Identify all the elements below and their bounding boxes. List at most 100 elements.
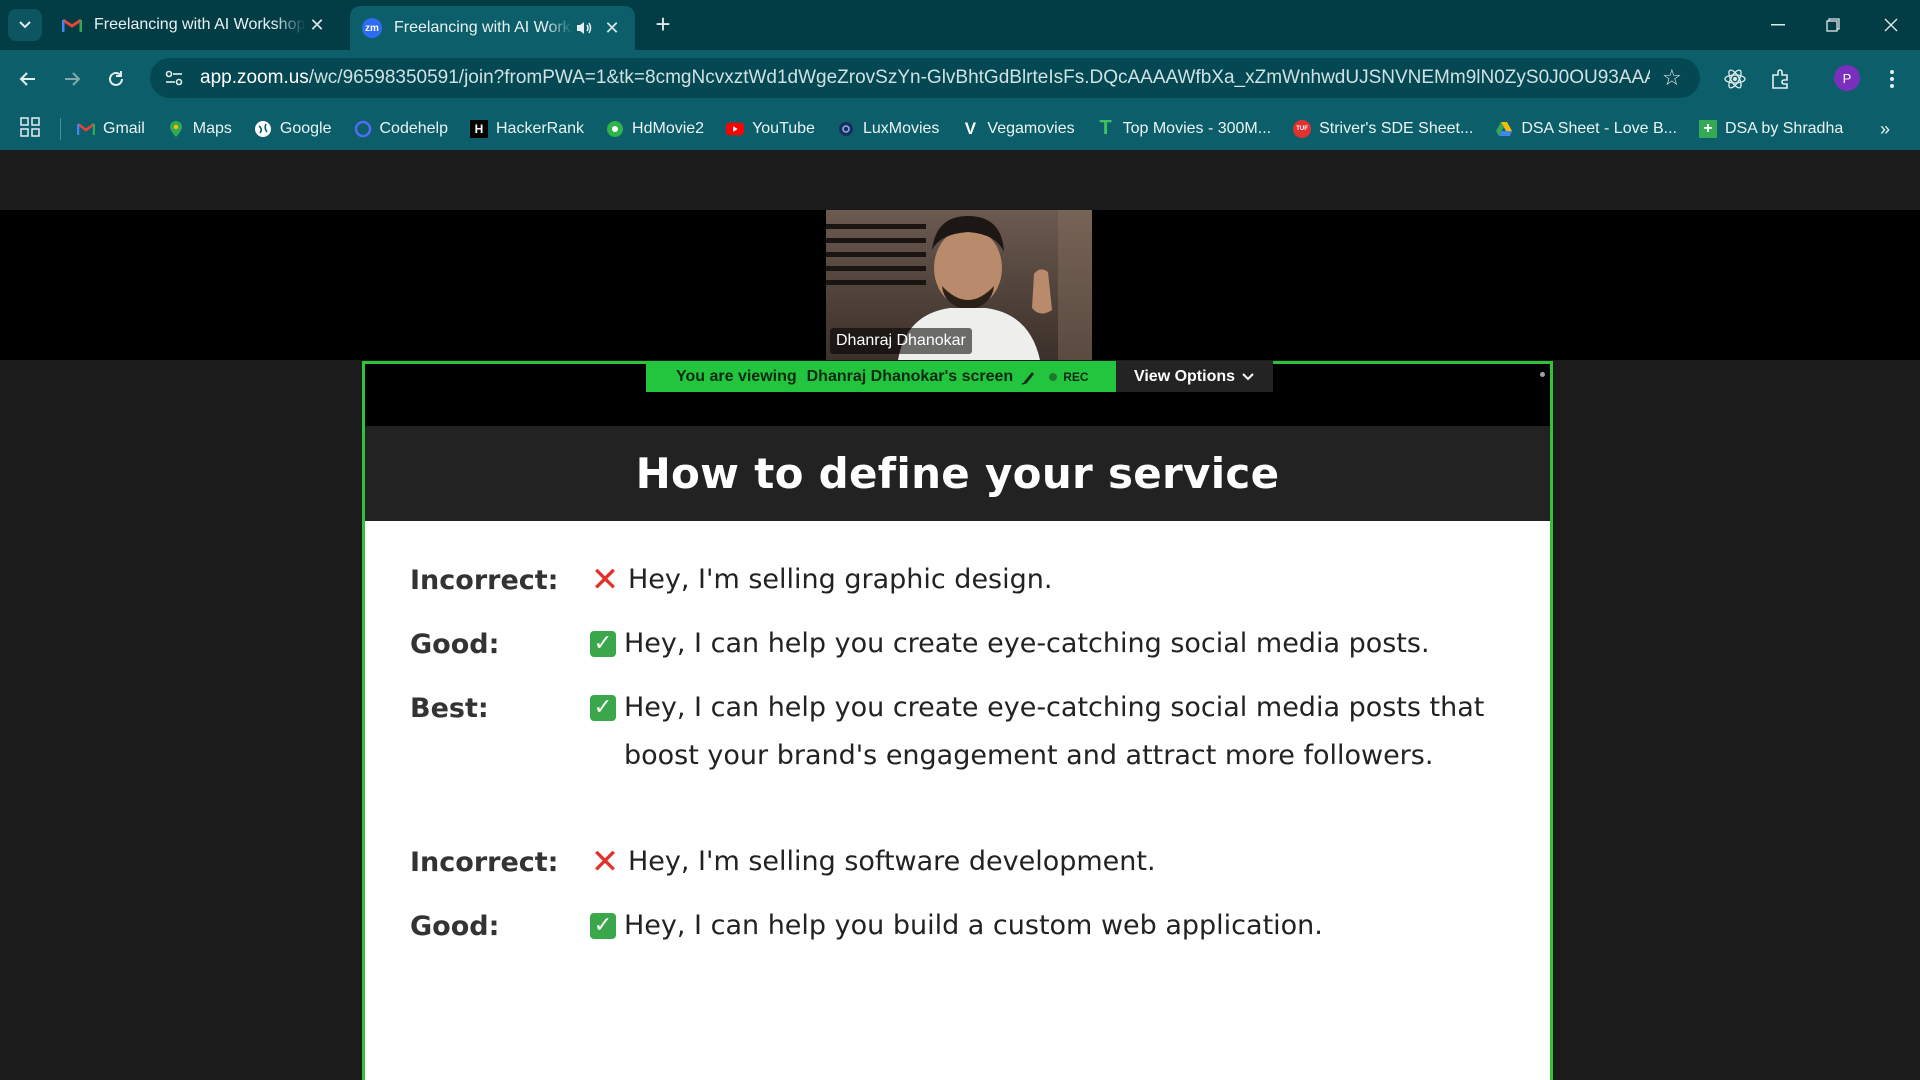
- row-text: Hey, I can help you create eye-catching …: [624, 628, 1430, 659]
- row-label: Incorrect:: [410, 565, 559, 596]
- slide-row: Good: ✓ Hey, I can help you build a cust…: [410, 910, 1323, 950]
- slide-row: Good: ✓ Hey, I can help you create eye-c…: [410, 628, 1430, 668]
- bookmark-label: Codehelp: [379, 119, 449, 137]
- slide-title: How to define your service: [635, 449, 1280, 498]
- tab-title: Freelancing with AI Workshop Class: [94, 16, 306, 33]
- maps-icon: [167, 120, 185, 138]
- browser-toolbar: app.zoom.us/wc/96598350591/join?fromPWA=…: [0, 50, 1920, 107]
- slide-row: Incorrect: ✕ Hey, I'm selling graphic de…: [410, 560, 1052, 604]
- bookmark-label: DSA by Shradha: [1724, 119, 1844, 137]
- site-info-icon[interactable]: [162, 66, 186, 90]
- bookmark-dsa-shradha[interactable]: + DSA by Shradha: [1698, 119, 1844, 138]
- hackerrank-icon: H: [470, 119, 488, 138]
- row-label: Best:: [410, 693, 489, 724]
- annotate-pen-icon[interactable]: [1021, 369, 1037, 385]
- bookmark-label: Vegamovies: [987, 119, 1075, 137]
- globe-icon: [254, 120, 272, 138]
- bookmark-dsa-sheet[interactable]: DSA Sheet - Love B...: [1495, 120, 1677, 138]
- minimize-icon[interactable]: [1763, 12, 1793, 38]
- bookmark-label: HdMovie2: [632, 119, 705, 137]
- check-mark-icon: ✓: [590, 913, 616, 939]
- check-mark-icon: ✓: [590, 631, 616, 657]
- slide-row: Incorrect: ✕ Hey, I'm selling software d…: [410, 845, 1156, 886]
- bookmark-vegamovies[interactable]: V Vegamovies: [961, 118, 1075, 138]
- codehelp-icon: [354, 120, 372, 138]
- chevron-down-icon: [19, 21, 31, 29]
- bookmark-label: DSA Sheet - Love B...: [1521, 119, 1677, 137]
- tab-strip: Freelancing with AI Workshop Class ✕ zm …: [0, 0, 1920, 50]
- bookmark-luxmovies[interactable]: LuxMovies: [837, 120, 939, 138]
- rec-label: REC: [1063, 369, 1089, 384]
- more-menu-icon[interactable]: [1876, 63, 1908, 95]
- url-host: app.zoom.us: [200, 67, 309, 88]
- recording-indicator: REC: [1049, 369, 1089, 384]
- close-window-icon[interactable]: [1876, 12, 1906, 38]
- reload-icon[interactable]: [100, 63, 132, 95]
- share-status-banner: You are viewing Dhanraj Dhanokar's scree…: [646, 361, 1116, 392]
- new-tab-button[interactable]: +: [650, 11, 676, 38]
- bookmark-label: LuxMovies: [862, 119, 940, 137]
- bookmark-label: HackerRank: [496, 119, 585, 137]
- bookmark-label: Top Movies - 300M...: [1122, 119, 1272, 137]
- url-path: /wc/96598350591/join?fromPWA=1&tk=8cmgNc…: [308, 67, 1650, 88]
- bookmark-striver[interactable]: TUF Striver's SDE Sheet...: [1293, 119, 1474, 138]
- bookmark-gmail[interactable]: Gmail: [77, 120, 145, 138]
- zoom-icon: zm: [362, 18, 382, 38]
- view-options-button[interactable]: View Options: [1116, 361, 1273, 392]
- forward-icon[interactable]: [56, 63, 88, 95]
- hdmovie-icon: [606, 120, 624, 138]
- luxmovies-icon: [837, 120, 855, 138]
- tab-gmail[interactable]: Freelancing with AI Workshop Class ✕: [50, 6, 340, 44]
- apps-grid-icon[interactable]: [20, 116, 44, 141]
- row-text: Hey, I'm selling graphic design.: [628, 564, 1053, 595]
- bookmark-top-movies[interactable]: T Top Movies - 300M...: [1097, 117, 1272, 139]
- row-text: Hey, I can help you build a custom web a…: [624, 910, 1323, 941]
- bookmark-label: Gmail: [103, 119, 145, 137]
- status-dot: [1540, 372, 1545, 377]
- bookmark-codehelp[interactable]: Codehelp: [354, 119, 449, 138]
- row-text: Hey, I'm selling software development.: [628, 846, 1156, 877]
- profile-avatar[interactable]: P: [1834, 65, 1860, 91]
- url-text: app.zoom.us/wc/96598350591/join?fromPWA=…: [200, 67, 1650, 89]
- bookmark-hackerrank[interactable]: H HackerRank: [470, 119, 585, 138]
- row-text-line-2: boost your brand's engagement and attrac…: [624, 740, 1434, 771]
- back-icon[interactable]: [12, 63, 44, 95]
- bookmark-google[interactable]: Google: [254, 120, 332, 138]
- bookmark-youtube[interactable]: YouTube: [726, 120, 815, 138]
- speaker-icon[interactable]: [573, 17, 595, 39]
- bookmark-label: Maps: [192, 119, 232, 137]
- record-dot-icon: [1049, 372, 1058, 381]
- bookmark-star-icon[interactable]: ☆: [1662, 67, 1684, 89]
- tab-title: Freelancing with AI Workshop: [394, 19, 573, 36]
- restore-icon[interactable]: [1818, 12, 1848, 38]
- youtube-icon: [726, 120, 745, 138]
- bookmarks-overflow-icon[interactable]: »: [1880, 119, 1890, 140]
- row-text-line-1: Hey, I can help you create eye-catching …: [624, 692, 1485, 723]
- banner-prefix: You are viewing: [676, 367, 797, 385]
- banner-screen-name: Dhanraj Dhanokar's screen: [806, 367, 1014, 385]
- bookmark-label: YouTube: [752, 119, 815, 137]
- row-label: Good:: [410, 629, 500, 660]
- participant-name-tag: Dhanraj Dhanokar: [830, 328, 972, 354]
- bookmark-hdmovie2[interactable]: HdMovie2: [606, 120, 704, 138]
- meeting-top-bar: [0, 150, 1920, 210]
- close-icon[interactable]: ✕: [306, 14, 328, 36]
- extensions-icon[interactable]: [1765, 63, 1797, 95]
- close-icon[interactable]: ✕: [601, 17, 623, 39]
- drive-icon: [1495, 120, 1513, 138]
- tab-zoom[interactable]: zm Freelancing with AI Workshop ✕: [350, 6, 635, 50]
- bookmark-label: Striver's SDE Sheet...: [1319, 119, 1474, 137]
- cross-mark-icon: ✕: [590, 560, 620, 600]
- address-bar[interactable]: app.zoom.us/wc/96598350591/join?fromPWA=…: [150, 58, 1700, 98]
- view-options-label: View Options: [1133, 367, 1236, 385]
- vegamovies-icon: V: [964, 118, 977, 138]
- slide-body: Incorrect: ✕ Hey, I'm selling graphic de…: [365, 521, 1550, 1080]
- bookmark-label: Google: [279, 119, 332, 137]
- row-label: Good:: [410, 911, 500, 942]
- react-devtools-icon[interactable]: [1719, 63, 1751, 95]
- striver-icon: TUF: [1293, 119, 1312, 138]
- bookmark-maps[interactable]: Maps: [167, 120, 232, 138]
- slide-row: Best: ✓ Hey, I can help you create eye-c…: [410, 692, 1485, 780]
- tab-search-button[interactable]: [8, 9, 42, 41]
- check-mark-icon: ✓: [590, 695, 616, 721]
